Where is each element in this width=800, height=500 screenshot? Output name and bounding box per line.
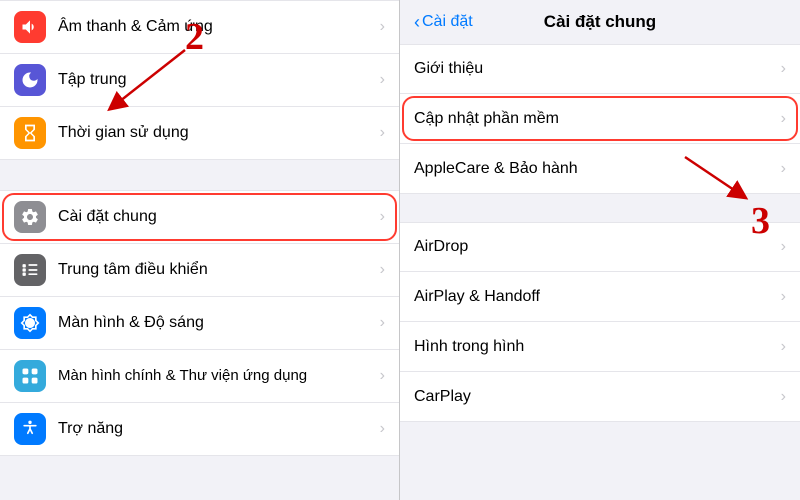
left-panel: Âm thanh & Cảm ứng › Tập trung › Thời gi… xyxy=(0,0,400,500)
sidebar-item-label: Âm thanh & Cảm ứng xyxy=(58,17,374,38)
sidebar-item-am-thanh[interactable]: Âm thanh & Cảm ứng › xyxy=(0,0,399,54)
chevron-icon: › xyxy=(781,110,786,128)
chevron-icon: › xyxy=(781,388,786,406)
right-item-airplay[interactable]: AirPlay & Handoff › xyxy=(400,272,800,322)
moon-icon xyxy=(14,64,46,96)
right-item-label: Giới thiệu xyxy=(414,60,775,78)
chevron-icon: › xyxy=(380,18,385,36)
gear-icon xyxy=(14,201,46,233)
sidebar-item-tro-nang[interactable]: Trợ năng › xyxy=(0,403,399,456)
right-item-carplay[interactable]: CarPlay › xyxy=(400,372,800,422)
right-item-gioi-thieu[interactable]: Giới thiệu › xyxy=(400,44,800,94)
sidebar-item-label: Trung tâm điều khiển xyxy=(58,260,374,281)
sidebar-item-tap-trung[interactable]: Tập trung › xyxy=(0,54,399,107)
sidebar-item-label: Màn hình & Độ sáng xyxy=(58,313,374,334)
right-item-label: Cập nhật phần mềm xyxy=(414,110,775,128)
right-item-airdrop[interactable]: AirDrop › xyxy=(400,222,800,272)
sidebar-item-cai-dat-chung[interactable]: Cài đặt chung › xyxy=(0,190,399,244)
chevron-icon: › xyxy=(781,60,786,78)
chevron-icon: › xyxy=(781,238,786,256)
accessibility-icon xyxy=(14,413,46,445)
right-panel: ‹ Cài đặt Cài đặt chung Giới thiệu › Cập… xyxy=(400,0,800,500)
right-header: ‹ Cài đặt Cài đặt chung xyxy=(400,0,800,44)
page-title: Cài đặt chung xyxy=(544,12,656,32)
right-item-applecare[interactable]: AppleCare & Bảo hành › xyxy=(400,144,800,194)
left-bottom-list: Cài đặt chung › Trung tâm điều khiển › M… xyxy=(0,190,399,456)
right-top-list: Giới thiệu › Cập nhật phần mềm › AppleCa… xyxy=(400,44,800,194)
chevron-icon: › xyxy=(380,208,385,226)
sidebar-item-label: Trợ năng xyxy=(58,419,374,440)
chevron-icon: › xyxy=(380,124,385,142)
chevron-icon: › xyxy=(781,338,786,356)
right-item-label: Hình trong hình xyxy=(414,338,775,356)
chevron-icon: › xyxy=(781,288,786,306)
right-bottom-list: AirDrop › AirPlay & Handoff › Hình trong… xyxy=(400,222,800,422)
controls-icon xyxy=(14,254,46,286)
sidebar-item-man-hinh[interactable]: Màn hình & Độ sáng › xyxy=(0,297,399,350)
sidebar-item-man-hinh-chinh[interactable]: Màn hình chính & Thư viện ứng dụng › xyxy=(0,350,399,403)
chevron-icon: › xyxy=(380,261,385,279)
chevron-icon: › xyxy=(380,420,385,438)
sidebar-item-thoi-gian[interactable]: Thời gian sử dụng › xyxy=(0,107,399,160)
back-chevron-icon: ‹ xyxy=(414,12,420,33)
sound-icon xyxy=(14,11,46,43)
chevron-icon: › xyxy=(781,160,786,178)
right-item-label: AirPlay & Handoff xyxy=(414,288,775,306)
sidebar-item-trung-tam[interactable]: Trung tâm điều khiển › xyxy=(0,244,399,297)
right-item-hinh-trong-hinh[interactable]: Hình trong hình › xyxy=(400,322,800,372)
chevron-icon: › xyxy=(380,314,385,332)
sidebar-item-label: Cài đặt chung xyxy=(58,207,374,228)
sidebar-item-label: Tập trung xyxy=(58,70,374,91)
left-gap xyxy=(0,160,399,190)
brightness-icon xyxy=(14,307,46,339)
apps-icon xyxy=(14,360,46,392)
right-item-label: CarPlay xyxy=(414,388,775,406)
sidebar-item-label: Thời gian sử dụng xyxy=(58,123,374,144)
chevron-icon: › xyxy=(380,71,385,89)
right-gap xyxy=(400,194,800,222)
back-button[interactable]: ‹ Cài đặt xyxy=(414,12,473,33)
right-item-label: AppleCare & Bảo hành xyxy=(414,160,775,178)
back-label: Cài đặt xyxy=(422,13,473,31)
hourglass-icon xyxy=(14,117,46,149)
sidebar-item-label: Màn hình chính & Thư viện ứng dụng xyxy=(58,366,374,386)
chevron-icon: › xyxy=(380,367,385,385)
right-item-label: AirDrop xyxy=(414,238,775,256)
right-item-cap-nhat[interactable]: Cập nhật phần mềm › xyxy=(400,94,800,144)
left-top-list: Âm thanh & Cảm ứng › Tập trung › Thời gi… xyxy=(0,0,399,160)
